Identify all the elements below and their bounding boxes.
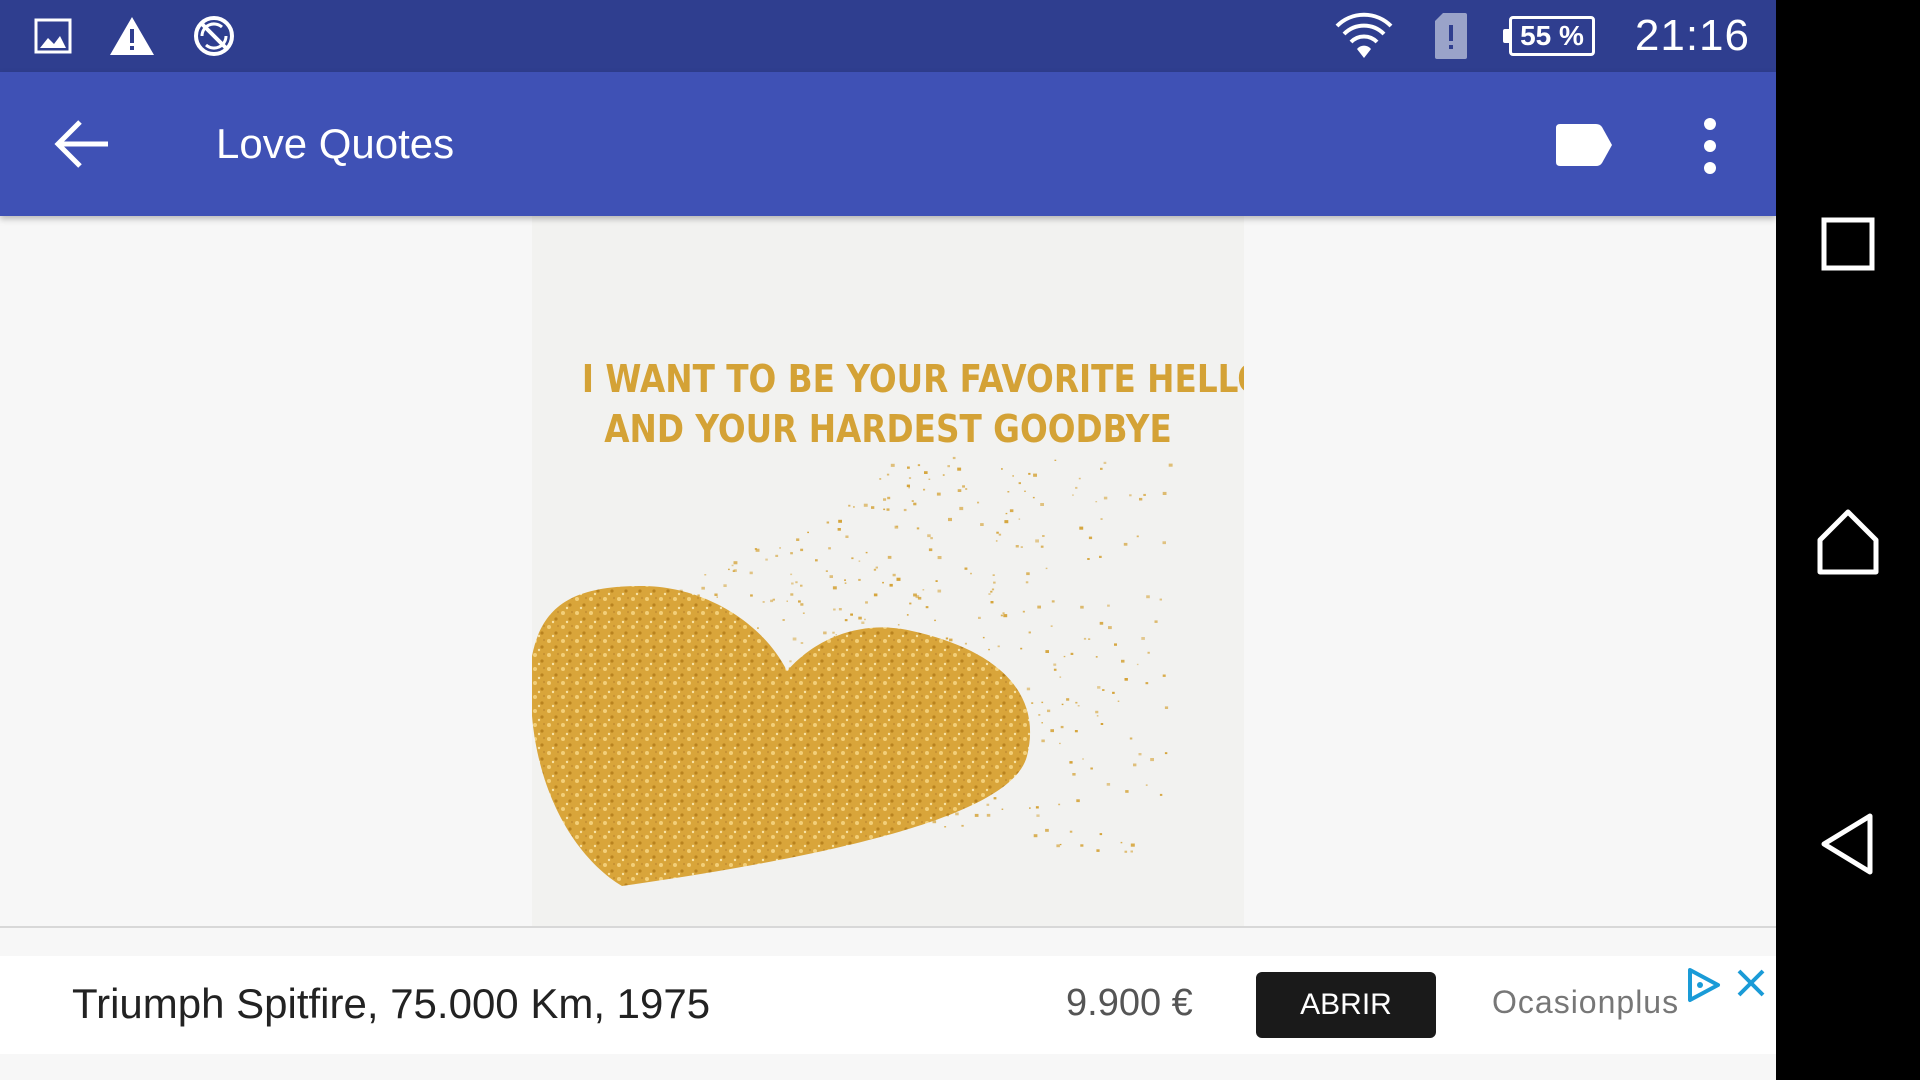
more-vert-icon[interactable]: [1690, 116, 1730, 176]
status-bar: 55 % 21:16: [0, 0, 1776, 72]
adchoices-icon[interactable]: [1686, 966, 1722, 1009]
quote-image[interactable]: I WANT TO BE YOUR FAVORITE HELLO AND YOU…: [532, 216, 1244, 926]
page-title: Love Quotes: [216, 120, 455, 167]
ad-banner[interactable]: Triumph Spitfire, 75.000 Km, 1975 9.900 …: [0, 956, 1776, 1054]
wifi-icon: [1335, 12, 1393, 60]
quote-line-1: I WANT TO BE YOUR FAVORITE HELLO: [581, 357, 1244, 401]
content-area: I WANT TO BE YOUR FAVORITE HELLO AND YOU…: [0, 216, 1776, 928]
home-icon[interactable]: [1810, 504, 1886, 580]
ad-title[interactable]: Triumph Spitfire, 75.000 Km, 1975: [72, 980, 710, 1028]
quote-text: I WANT TO BE YOUR FAVORITE HELLO AND YOU…: [581, 354, 1244, 454]
ad-spacer-top: [0, 928, 1776, 956]
recents-icon[interactable]: [1810, 206, 1886, 282]
back-arrow-icon[interactable]: [52, 116, 112, 172]
clock: 21:16: [1634, 11, 1750, 60]
warning-icon: [108, 15, 156, 57]
ad-spacer-bottom: [0, 1054, 1776, 1080]
app-bar: Love Quotes: [0, 72, 1776, 216]
sim-alert-icon: [1433, 11, 1469, 61]
gallery-icon: [34, 18, 72, 54]
close-icon[interactable]: [1736, 968, 1766, 1003]
back-icon[interactable]: [1810, 806, 1886, 882]
quote-line-2: AND YOUR HARDEST GOODBYE: [604, 407, 1172, 451]
ad-price: 9.900 €: [1066, 982, 1193, 1024]
glitter-heart-icon: [532, 456, 1173, 886]
label-icon[interactable]: [1554, 122, 1614, 168]
system-nav-bar: [1776, 0, 1920, 1080]
ad-advertiser: Ocasionplus: [1492, 984, 1680, 1020]
ad-open-button[interactable]: ABRIR: [1256, 972, 1436, 1038]
battery-indicator: 55 %: [1503, 16, 1595, 56]
no-sync-icon: [192, 14, 236, 58]
